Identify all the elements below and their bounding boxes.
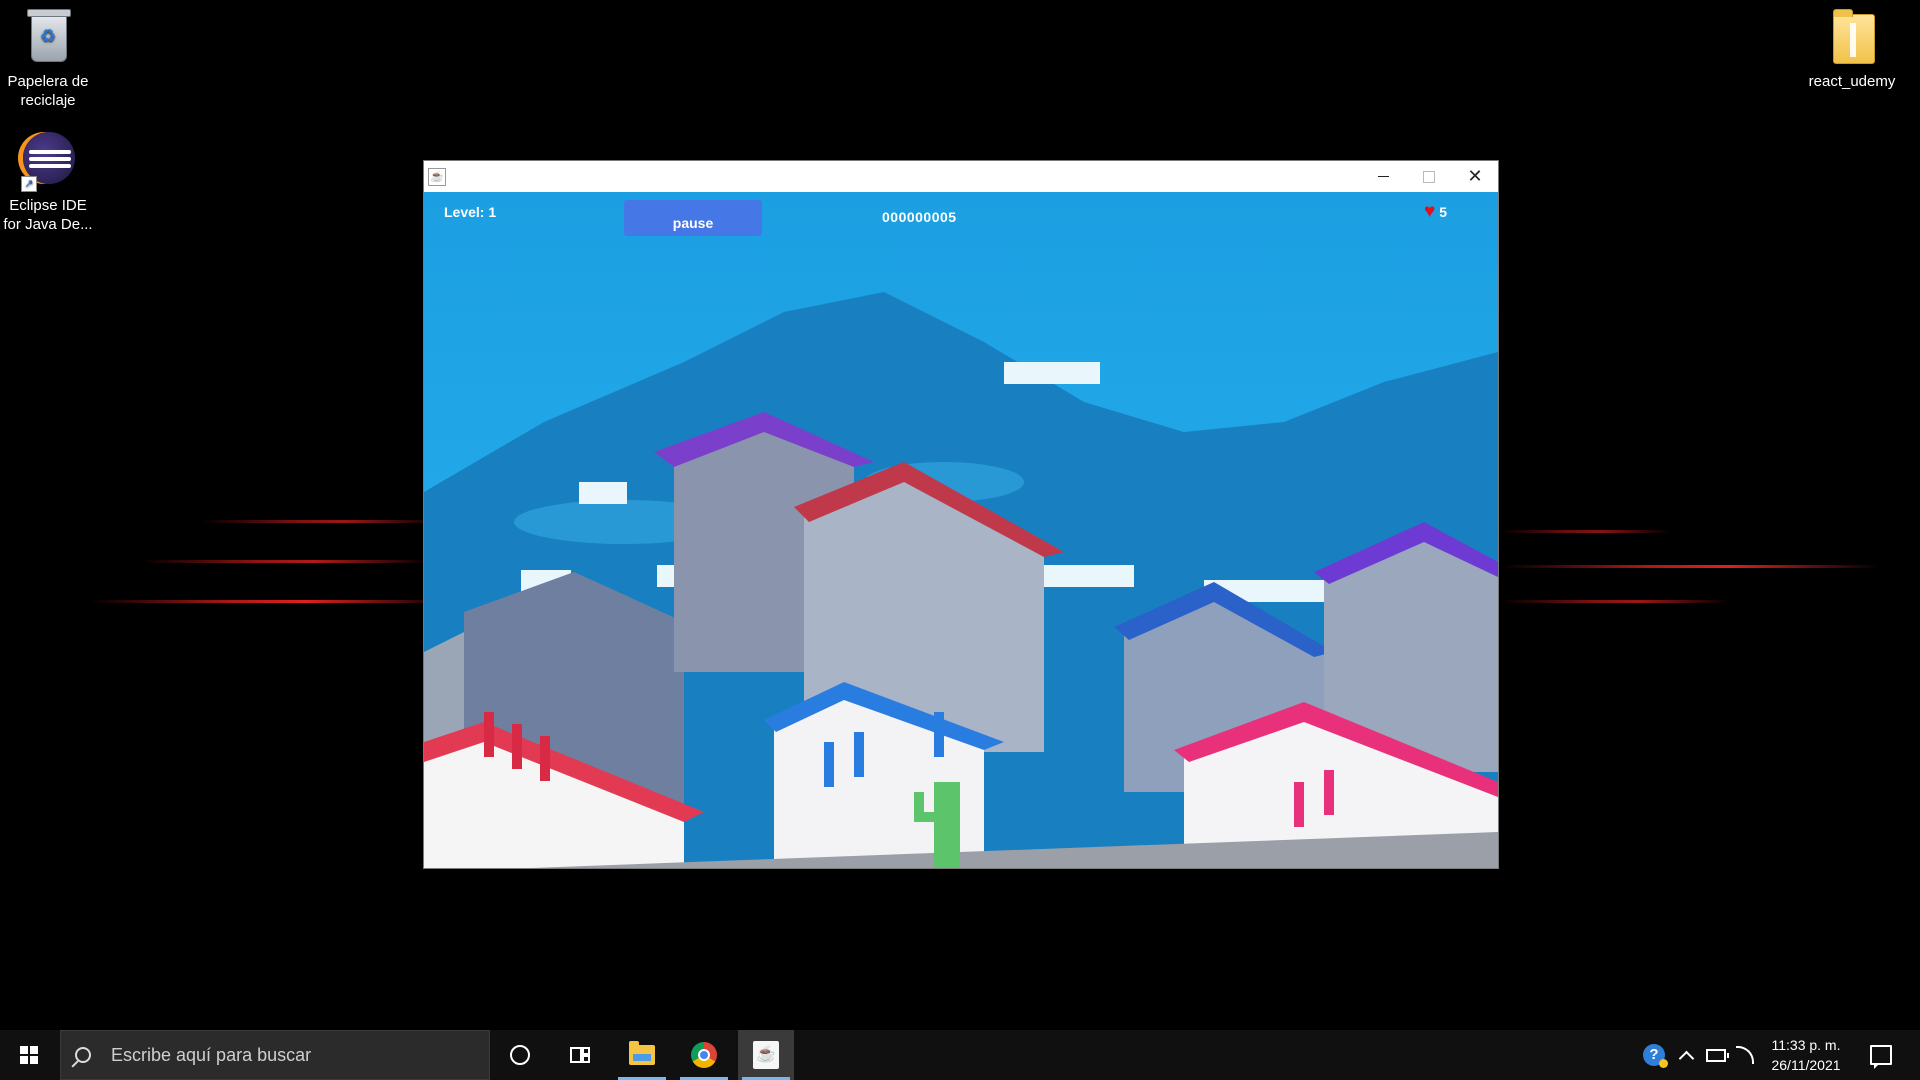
taskbar-search-box[interactable]: Escribe aquí para buscar (60, 1030, 490, 1080)
java-app-icon: ☕ (428, 168, 446, 186)
clock-time: 11:33 p. m. (1771, 1037, 1841, 1053)
task-view-icon (570, 1047, 590, 1063)
java-app-taskbar-button[interactable]: ☕ (738, 1030, 794, 1080)
wallpaper-streak (90, 600, 450, 603)
wallpaper-streak (200, 520, 440, 523)
pause-button[interactable]: pause (624, 200, 762, 236)
battery-button[interactable] (1702, 1030, 1730, 1080)
chrome-icon (691, 1042, 717, 1068)
game-canvas[interactable]: Level: 1 pause 000000005 ♥ 5 (424, 192, 1498, 868)
network-button[interactable] (1732, 1030, 1758, 1080)
chrome-button[interactable] (676, 1030, 732, 1080)
desktop-icon-label: Eclipse IDE for Java De... (3, 197, 93, 233)
wallpaper-streak (140, 560, 430, 563)
level-indicator: Level: 1 (444, 204, 497, 220)
wallpaper-streak (1500, 530, 1670, 533)
score-counter: 000000005 (882, 209, 957, 225)
help-button[interactable]: ? (1636, 1030, 1672, 1080)
maximize-icon (1423, 170, 1435, 183)
taskbar-clock[interactable]: 11:33 p. m. 26/11/2021 (1756, 1030, 1856, 1080)
window-titlebar[interactable]: ☕ ✕ (424, 161, 1498, 192)
start-button[interactable] (0, 1030, 58, 1080)
cortana-icon (510, 1045, 530, 1065)
wifi-icon (1736, 1046, 1754, 1064)
cortana-button[interactable] (492, 1030, 548, 1080)
close-icon: ✕ (1467, 166, 1483, 186)
java-icon: ☕ (753, 1041, 779, 1069)
windows-logo-icon (20, 1046, 38, 1064)
maximize-button[interactable] (1406, 161, 1452, 192)
clock-date: 26/11/2021 (1771, 1057, 1841, 1073)
lives-count: 5 (1439, 203, 1448, 220)
desktop-icon-label: react_udemy (1808, 73, 1896, 90)
search-placeholder: Escribe aquí para buscar (111, 1044, 312, 1065)
action-center-button[interactable] (1856, 1030, 1906, 1080)
search-icon (75, 1047, 91, 1063)
lives-indicator: ♥ 5 (1424, 202, 1447, 221)
battery-icon (1706, 1048, 1729, 1062)
desktop-icon-label: Papelera de reciclaje (7, 73, 89, 109)
close-button[interactable]: ✕ (1452, 161, 1498, 192)
file-explorer-icon (629, 1041, 655, 1065)
minimize-icon (1377, 176, 1389, 177)
folder-icon (1833, 9, 1875, 64)
desktop-icon-eclipse[interactable]: ↗ Eclipse IDE for Java De... (0, 132, 96, 234)
wallpaper-streak (1500, 565, 1880, 568)
game-window: ☕ ✕ Level: 1 pause 000000005 ♥ 5 (423, 160, 1499, 869)
recycle-bin-icon (27, 9, 71, 62)
taskbar: Escribe aquí para buscar ☕ ? 11:33 p. m.… (0, 1030, 1920, 1080)
desktop-icon-recycle-bin[interactable]: Papelera de reciclaje (0, 8, 96, 110)
file-explorer-button[interactable] (614, 1030, 670, 1080)
chevron-up-icon (1678, 1050, 1694, 1066)
game-background (424, 292, 1498, 868)
notification-icon (1870, 1045, 1892, 1069)
desktop-icon-react-udemy[interactable]: react_udemy (1804, 8, 1900, 91)
heart-icon: ♥ (1424, 201, 1436, 222)
show-hidden-icons-button[interactable] (1672, 1030, 1700, 1080)
minimize-button[interactable] (1360, 161, 1406, 192)
task-view-button[interactable] (552, 1030, 608, 1080)
wallpaper-streak (1500, 600, 1730, 603)
shortcut-arrow-icon: ↗ (21, 176, 37, 192)
help-icon: ? (1643, 1044, 1668, 1068)
